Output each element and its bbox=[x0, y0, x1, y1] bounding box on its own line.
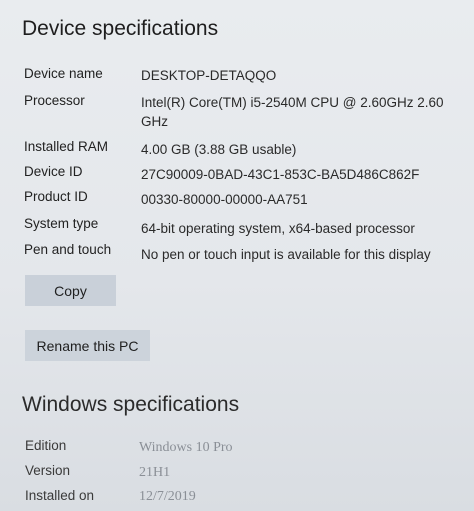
version-value: 21H1 bbox=[139, 465, 171, 480]
device-id-label: Device ID bbox=[24, 164, 83, 179]
version-label: Version bbox=[25, 463, 71, 478]
installed-ram-value: 4.00 GB (3.88 GB usable) bbox=[141, 142, 297, 157]
pen-and-touch-value: No pen or touch input is available for t… bbox=[141, 247, 431, 262]
windows-specifications-heading: Windows specifications bbox=[22, 393, 240, 416]
edition-label: Edition bbox=[25, 438, 67, 453]
device-name-label: Device name bbox=[24, 66, 103, 81]
system-type-label: System type bbox=[24, 216, 99, 231]
processor-value: Intel(R) Core(TM) i5-2540M CPU @ 2.60GHz… bbox=[141, 95, 444, 129]
processor-label: Processor bbox=[24, 93, 85, 108]
product-id-value: 00330-80000-00000-AA751 bbox=[141, 192, 308, 207]
installed-on-label: Installed on bbox=[25, 488, 95, 503]
device-name-value: DESKTOP-DETAQQO bbox=[141, 68, 277, 83]
about-settings-page: Device specifications Device name DESKTO… bbox=[0, 0, 474, 511]
device-specifications-heading: Device specifications bbox=[22, 17, 219, 40]
edition-value: Windows 10 Pro bbox=[139, 440, 233, 455]
copy-button[interactable]: Copy bbox=[25, 275, 116, 306]
pen-and-touch-label: Pen and touch bbox=[24, 242, 112, 257]
system-type-value: 64-bit operating system, x64-based proce… bbox=[141, 221, 415, 236]
device-id-value: 27C90009-0BAD-43C1-853C-BA5D486C862F bbox=[141, 167, 420, 182]
product-id-label: Product ID bbox=[24, 189, 88, 204]
installed-ram-label: Installed RAM bbox=[24, 139, 109, 154]
rename-this-pc-button[interactable]: Rename this PC bbox=[25, 330, 150, 361]
installed-on-value: 12/7/2019 bbox=[139, 489, 196, 504]
